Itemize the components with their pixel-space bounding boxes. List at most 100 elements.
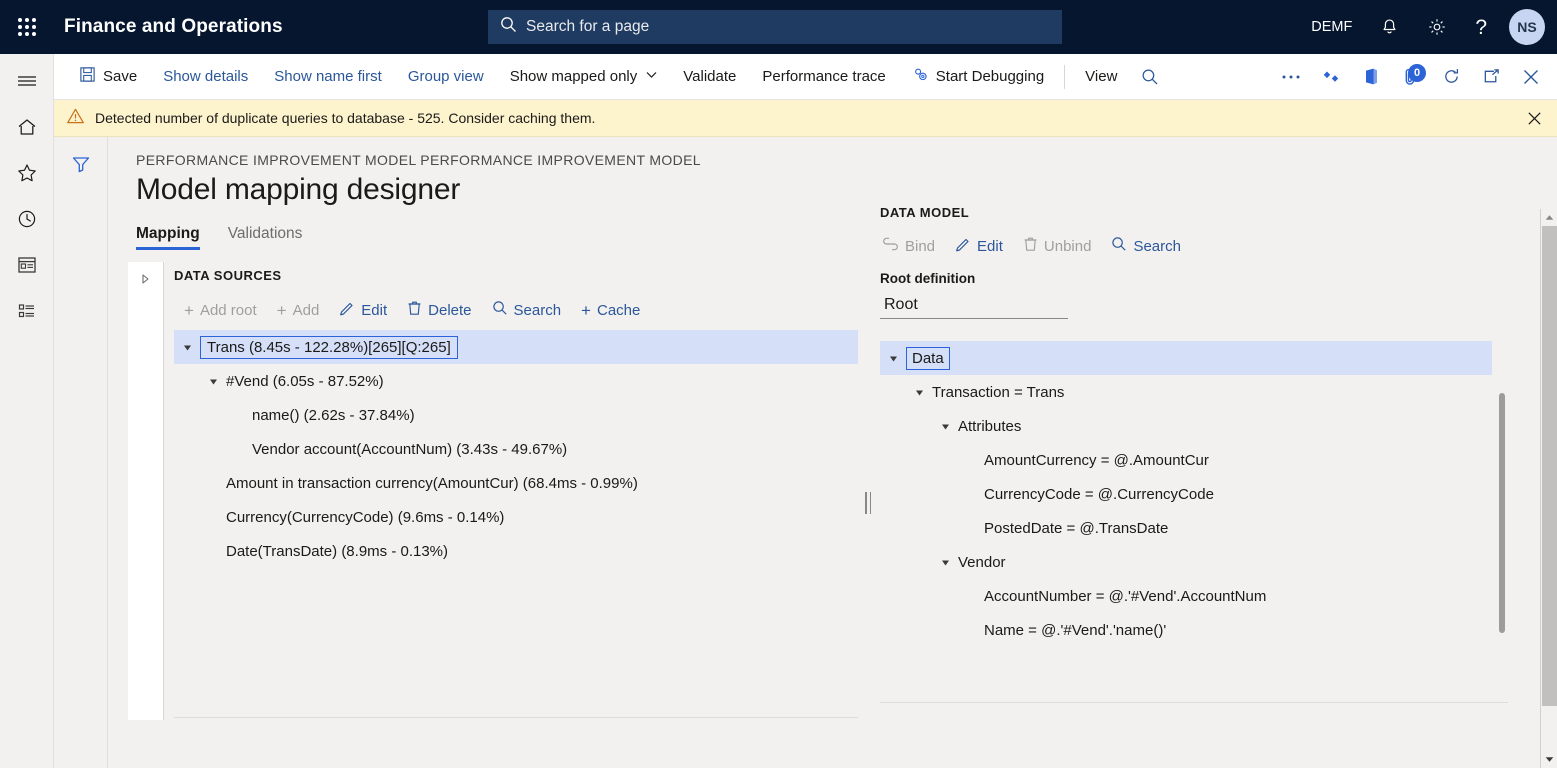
bell-icon[interactable] bbox=[1366, 0, 1413, 54]
add-root-button[interactable]: + Add root bbox=[174, 296, 267, 325]
triangle-down-icon[interactable] bbox=[932, 421, 958, 432]
start-debugging-button[interactable]: Start Debugging bbox=[899, 54, 1057, 100]
search-button[interactable]: Search bbox=[482, 294, 572, 326]
tree-item[interactable]: AccountNumber = @.'#Vend'.AccountNum bbox=[880, 579, 1492, 613]
tree-item-label: Data bbox=[906, 347, 950, 370]
tree-item-label: CurrencyCode = @.CurrencyCode bbox=[984, 486, 1214, 503]
show-mapped-only-label: Show mapped only bbox=[510, 68, 638, 85]
triangle-down-icon[interactable] bbox=[880, 353, 906, 364]
tree-item[interactable]: Currency(CurrencyCode) (9.6ms - 0.14%) bbox=[174, 500, 858, 534]
data-sources-panel: DATA SOURCES + Add root + Add Edit bbox=[128, 262, 858, 720]
tree-item[interactable]: #Vend (6.05s - 87.52%) bbox=[174, 364, 858, 398]
unbind-button[interactable]: Unbind bbox=[1013, 230, 1102, 262]
home-icon[interactable] bbox=[0, 104, 54, 150]
edit-button[interactable]: Edit bbox=[945, 230, 1013, 262]
search-button[interactable]: Search bbox=[1101, 230, 1191, 262]
trash-icon bbox=[407, 300, 422, 320]
avatar[interactable]: NS bbox=[1509, 9, 1545, 45]
tab-mapping[interactable]: Mapping bbox=[136, 225, 200, 250]
triangle-down-icon[interactable] bbox=[906, 387, 932, 398]
message-bar-text: Detected number of duplicate queries to … bbox=[95, 110, 595, 126]
page-tabs: Mapping Validations bbox=[136, 225, 302, 250]
delete-label: Delete bbox=[428, 302, 471, 319]
app-root: Finance and Operations Search for a page… bbox=[0, 0, 1557, 768]
filter-funnel-icon[interactable] bbox=[64, 149, 98, 179]
question-mark-icon[interactable]: ? bbox=[1461, 0, 1501, 54]
show-details-label: Show details bbox=[163, 68, 248, 85]
open-in-new-window-icon[interactable] bbox=[1471, 54, 1511, 100]
message-bar: Detected number of duplicate queries to … bbox=[54, 100, 1557, 137]
tree-item-label: Name = @.'#Vend'.'name()' bbox=[984, 622, 1166, 639]
page-scrollbar-track[interactable] bbox=[1541, 226, 1557, 751]
tree-item[interactable]: Data bbox=[880, 341, 1492, 375]
page-scrollbar[interactable] bbox=[1540, 209, 1557, 768]
tree-item-label: Vendor account(AccountNum) (3.43s - 49.6… bbox=[252, 441, 567, 458]
data-model-toolbar: Bind Edit Unbind bbox=[872, 230, 1191, 262]
tree-item[interactable]: Amount in transaction currency(AmountCur… bbox=[174, 466, 858, 500]
cache-button[interactable]: + Cache bbox=[571, 296, 650, 325]
delete-button[interactable]: Delete bbox=[397, 294, 481, 326]
tree-item-label: PostedDate = @.TransDate bbox=[984, 520, 1168, 537]
tree-item[interactable]: Vendor account(AccountNum) (3.43s - 49.6… bbox=[174, 432, 858, 466]
list-icon[interactable] bbox=[0, 288, 54, 334]
data-sources-toolbar: + Add root + Add Edit Dele bbox=[174, 294, 650, 326]
group-view-button[interactable]: Group view bbox=[395, 54, 497, 100]
office-apps-icon[interactable] bbox=[1311, 54, 1351, 100]
data-model-panel: DATA MODEL Bind Edit bbox=[880, 205, 1510, 727]
workspace-icon[interactable] bbox=[0, 242, 54, 288]
triangle-right-icon[interactable] bbox=[140, 272, 151, 720]
tree-item[interactable]: Date(TransDate) (8.9ms - 0.13%) bbox=[174, 534, 858, 568]
ellipsis-icon[interactable] bbox=[1271, 54, 1311, 100]
data-model-divider bbox=[880, 702, 1508, 703]
scrollbar-thumb[interactable] bbox=[1499, 393, 1505, 633]
root-definition-label: Root definition bbox=[880, 271, 975, 286]
company-selector[interactable]: DEMF bbox=[1297, 0, 1366, 54]
tree-item[interactable]: name() (2.62s - 37.84%) bbox=[174, 398, 858, 432]
gear-icon[interactable] bbox=[1413, 0, 1461, 54]
scroll-down-arrow-icon[interactable] bbox=[1541, 751, 1557, 768]
show-mapped-only-dropdown[interactable]: Show mapped only bbox=[497, 54, 671, 100]
root-definition-input[interactable] bbox=[880, 291, 1068, 319]
attachment-icon[interactable]: 0 bbox=[1391, 54, 1431, 100]
triangle-down-icon[interactable] bbox=[932, 557, 958, 568]
tree-item[interactable]: PostedDate = @.TransDate bbox=[880, 511, 1492, 545]
page-scrollbar-thumb[interactable] bbox=[1542, 226, 1557, 706]
details-section-header[interactable]: DETAILS bbox=[108, 749, 1545, 768]
tree-item[interactable]: Vendor bbox=[880, 545, 1492, 579]
app-launcher-icon[interactable] bbox=[0, 0, 54, 54]
triangle-down-icon[interactable] bbox=[200, 376, 226, 387]
tree-item[interactable]: Transaction = Trans bbox=[880, 375, 1492, 409]
scroll-up-arrow-icon[interactable] bbox=[1541, 209, 1557, 226]
clock-icon[interactable] bbox=[0, 196, 54, 242]
tree-item[interactable]: AmountCurrency = @.AmountCur bbox=[880, 443, 1492, 477]
tree-item-label: Vendor bbox=[958, 554, 1006, 571]
star-icon[interactable] bbox=[0, 150, 54, 196]
refresh-icon[interactable] bbox=[1431, 54, 1471, 100]
data-sources-gutter bbox=[128, 262, 164, 720]
view-button[interactable]: View bbox=[1072, 54, 1130, 100]
panel-splitter-handle[interactable] bbox=[863, 487, 873, 519]
edit-button[interactable]: Edit bbox=[329, 294, 397, 326]
bind-button[interactable]: Bind bbox=[872, 231, 945, 261]
close-icon[interactable] bbox=[1511, 54, 1551, 100]
triangle-down-icon[interactable] bbox=[174, 342, 200, 353]
performance-trace-button[interactable]: Performance trace bbox=[749, 54, 898, 100]
search-icon[interactable] bbox=[1130, 54, 1170, 100]
tree-item[interactable]: Trans (8.45s - 122.28%)[265][Q:265] bbox=[174, 330, 858, 364]
tab-validations[interactable]: Validations bbox=[228, 225, 303, 250]
tree-item[interactable]: CurrencyCode = @.CurrencyCode bbox=[880, 477, 1492, 511]
global-search-input[interactable]: Search for a page bbox=[488, 10, 1062, 44]
validate-button[interactable]: Validate bbox=[670, 54, 749, 100]
tree-item[interactable]: Name = @.'#Vend'.'name()' bbox=[880, 613, 1492, 647]
hamburger-icon[interactable] bbox=[0, 58, 54, 104]
open-in-office-icon[interactable] bbox=[1351, 54, 1391, 100]
show-name-first-label: Show name first bbox=[274, 68, 382, 85]
save-button[interactable]: Save bbox=[66, 54, 150, 100]
show-name-first-button[interactable]: Show name first bbox=[261, 54, 395, 100]
data-model-tree-scrollbar[interactable] bbox=[1498, 345, 1506, 680]
add-button[interactable]: + Add bbox=[267, 296, 330, 325]
tree-item-label: Date(TransDate) (8.9ms - 0.13%) bbox=[226, 543, 448, 560]
tree-item[interactable]: Attributes bbox=[880, 409, 1492, 443]
show-details-button[interactable]: Show details bbox=[150, 54, 261, 100]
message-bar-close-icon[interactable] bbox=[1526, 110, 1543, 127]
